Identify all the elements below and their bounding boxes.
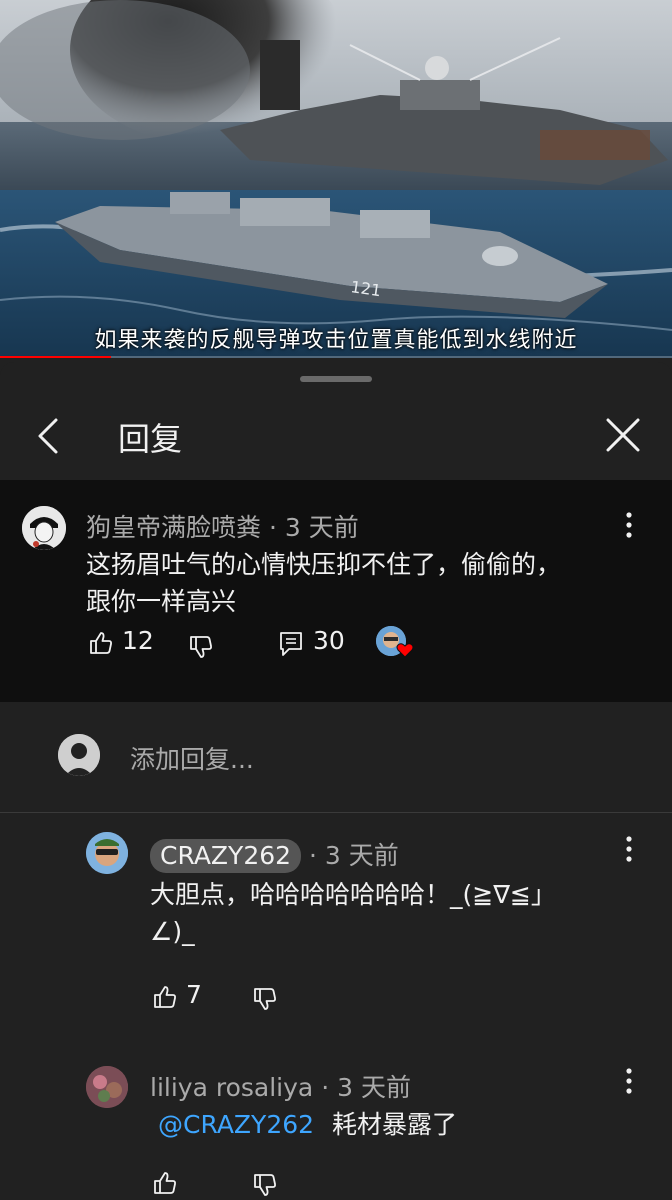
reply-icon[interactable] [278,630,304,658]
reply-count: 30 [313,626,345,655]
reply-text-line: ∠)_ [150,917,195,946]
comment-text-line: 跟你一样高兴 [86,587,237,616]
replies-panel: 回复 狗皇帝满脸喷粪 · 3 天前 这扬眉吐气的心情快压抑不住了，偷偷的， 跟你… [0,362,672,1200]
drag-handle[interactable] [300,376,372,382]
avatar[interactable] [86,1066,128,1108]
panel-title: 回复 [118,420,183,458]
like-icon[interactable] [152,1170,178,1196]
reply-author[interactable]: liliya rosaliya [150,1073,313,1102]
video-progress-fill [0,356,111,358]
meta-separator: · [308,841,325,870]
more-options-icon[interactable] [614,506,644,546]
back-arrow-icon[interactable] [30,414,70,458]
video-player[interactable]: 121 如果来袭的反舰导弹攻击位置真能低到水线附近 [0,0,672,358]
section-divider [0,812,672,813]
meta-separator: · [321,1073,338,1102]
reply-time: 3 天前 [324,841,399,870]
avatar[interactable] [86,832,128,874]
like-count: 12 [122,626,154,655]
crazy262-avatar-icon [86,832,128,874]
reply-meta: liliya rosaliya · 3 天前 [150,1068,411,1104]
user-avatar-icon [58,734,100,776]
comment-text-line: 这扬眉吐气的心情快压抑不住了，偷偷的， [86,550,562,579]
reply-text: 大胆点，哈哈哈哈哈哈哈！_(≧∇≦」 ∠)_ [150,876,556,950]
meta-separator: · [268,513,285,542]
add-reply-row[interactable]: 添加回复... [0,702,672,812]
reply-text-line: 大胆点，哈哈哈哈哈哈哈！_(≧∇≦」 [150,880,556,909]
top-comment: 狗皇帝满脸喷粪 · 3 天前 这扬眉吐气的心情快压抑不住了，偷偷的， 跟你一样高… [0,480,672,702]
like-count: 7 [186,980,202,1009]
dislike-icon[interactable] [252,986,278,1012]
comment-author[interactable]: 狗皇帝满脸喷粪 [86,513,261,542]
reply-meta: CRAZY262 · 3 天前 [150,836,399,873]
creator-name-chip[interactable]: CRAZY262 [150,839,302,873]
dislike-icon[interactable] [252,1172,278,1198]
masked-figure-avatar-icon [22,506,66,550]
video-frame-illustration: 121 [0,0,672,358]
heart-icon [396,643,414,658]
comment-text: 这扬眉吐气的心情快压抑不住了，偷偷的， 跟你一样高兴 [86,546,561,620]
video-subtitle: 如果来袭的反舰导弹攻击位置真能低到水线附近 [94,328,578,353]
comment-time: 3 天前 [284,513,359,542]
mention-link[interactable]: @CRAZY262 [158,1110,314,1139]
comment-meta: 狗皇帝满脸喷粪 · 3 天前 [86,508,359,544]
add-reply-input[interactable]: 添加回复... [130,740,254,776]
panel-header: 回复 [0,392,672,480]
reply-time: 3 天前 [337,1073,411,1102]
reply-text-body: 耗材暴露了 [331,1110,457,1139]
avatar[interactable] [22,506,66,550]
user-avatar [58,734,100,776]
like-icon[interactable] [88,630,114,656]
dislike-icon[interactable] [188,634,214,660]
video-progress-bar[interactable] [0,356,672,358]
more-options-icon[interactable] [614,1062,644,1102]
reply-text: @CRAZY262 耗材暴露了 [158,1106,457,1143]
like-icon[interactable] [152,984,178,1010]
close-icon[interactable] [600,412,646,458]
liliya-avatar-icon [86,1066,128,1108]
more-options-icon[interactable] [614,830,644,870]
